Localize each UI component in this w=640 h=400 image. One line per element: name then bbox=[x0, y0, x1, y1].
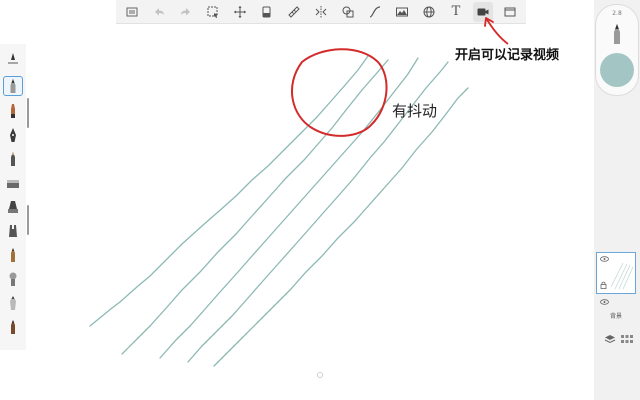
color-swatch[interactable] bbox=[600, 53, 634, 87]
background-eye-icon[interactable] bbox=[600, 299, 609, 305]
background-layer[interactable]: 背景 bbox=[596, 296, 636, 324]
canvas-center-dot bbox=[317, 372, 323, 378]
layers-icon[interactable] bbox=[604, 334, 616, 344]
canvas-stroke bbox=[213, 87, 469, 367]
lock-icon[interactable] bbox=[600, 281, 607, 289]
record-annotation-text: 开启可以记录视频 bbox=[455, 48, 560, 63]
jitter-annotation-text: 有抖动 bbox=[392, 102, 438, 120]
current-brush-icon bbox=[614, 24, 620, 44]
red-arrow-annotation bbox=[485, 17, 509, 45]
canvas-stroke bbox=[121, 59, 389, 355]
canvas-stroke bbox=[89, 55, 369, 327]
grid-view-icon[interactable] bbox=[621, 334, 633, 344]
layer-thumbnail[interactable] bbox=[596, 252, 636, 294]
canvas-stroke bbox=[159, 57, 419, 359]
eye-icon[interactable] bbox=[600, 256, 609, 262]
brush-puck[interactable]: 2.8 bbox=[595, 4, 639, 96]
brush-size-label: 2.8 bbox=[612, 10, 622, 17]
layer-preview-icon bbox=[610, 262, 634, 290]
background-layer-label: 背景 bbox=[609, 313, 622, 320]
